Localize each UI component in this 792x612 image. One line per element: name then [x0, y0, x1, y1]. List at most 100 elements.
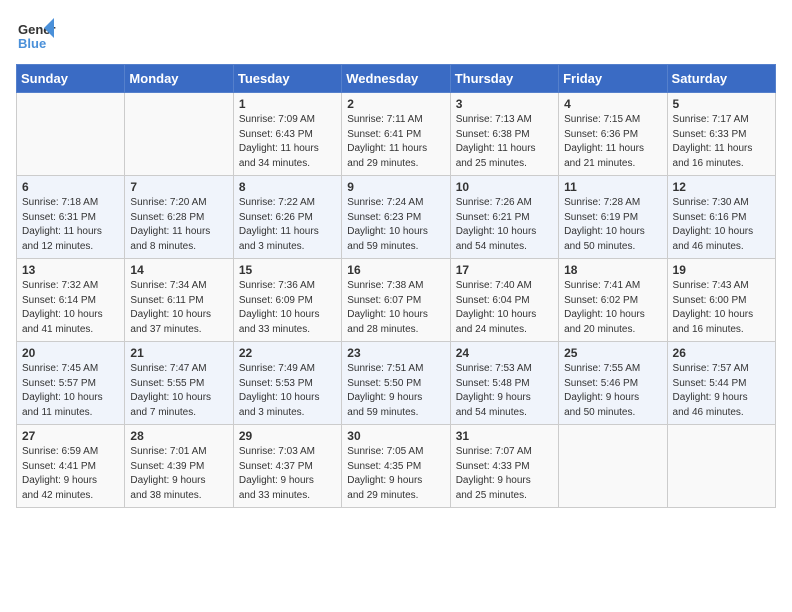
calendar-cell: 6 Sunrise: 7:18 AM Sunset: 6:31 PM Daylig… [17, 176, 125, 259]
calendar-cell: 18 Sunrise: 7:41 AM Sunset: 6:02 PM Dayli… [559, 259, 667, 342]
day-number: 28 [130, 429, 227, 443]
calendar-week-row: 13 Sunrise: 7:32 AM Sunset: 6:14 PM Dayli… [17, 259, 776, 342]
calendar-cell: 17 Sunrise: 7:40 AM Sunset: 6:04 PM Dayli… [450, 259, 558, 342]
day-number: 23 [347, 346, 444, 360]
day-header-saturday: Saturday [667, 65, 775, 93]
calendar-cell: 29Sunrise: 7:03 AM Sunset: 4:37 PM Dayli… [233, 425, 341, 508]
cell-content: Sunrise: 6:59 AM Sunset: 4:41 PM Dayligh… [22, 445, 119, 503]
calendar-cell: 10Sunrise: 7:26 AM Sunset: 6:21 PM Dayli… [450, 176, 558, 259]
day-number: 18 [564, 263, 661, 277]
day-header-friday: Friday [559, 65, 667, 93]
calendar-cell: 1 Sunrise: 7:09 AM Sunset: 6:43 PM Daylig… [233, 93, 341, 176]
calendar-cell: 7 Sunrise: 7:20 AM Sunset: 6:28 PM Daylig… [125, 176, 233, 259]
calendar-cell: 20 Sunrise: 7:45 AM Sunset: 5:57 PM Dayli… [17, 342, 125, 425]
cell-content: Sunrise: 7:45 AM Sunset: 5:57 PM Dayligh… [22, 362, 119, 420]
calendar-cell: 31 Sunrise: 7:07 AM Sunset: 4:33 PM Dayli… [450, 425, 558, 508]
day-number: 15 [239, 263, 336, 277]
calendar-cell: 2 Sunrise: 7:11 AM Sunset: 6:41 PM Daylig… [342, 93, 450, 176]
day-number: 6 [22, 180, 119, 194]
calendar-cell [667, 425, 775, 508]
day-number: 30 [347, 429, 444, 443]
calendar-week-row: 6 Sunrise: 7:18 AM Sunset: 6:31 PM Daylig… [17, 176, 776, 259]
day-header-thursday: Thursday [450, 65, 558, 93]
cell-content: Sunrise: 7:34 AM Sunset: 6:11 PM Dayligh… [130, 279, 227, 337]
day-number: 9 [347, 180, 444, 194]
cell-content: Sunrise: 7:53 AM Sunset: 5:48 PM Dayligh… [456, 362, 553, 420]
cell-content: Sunrise: 7:17 AM Sunset: 6:33 PM Dayligh… [673, 113, 770, 171]
cell-content: Sunrise: 7:01 AM Sunset: 4:39 PM Dayligh… [130, 445, 227, 503]
calendar-cell: 25 Sunrise: 7:55 AM Sunset: 5:46 PM Dayli… [559, 342, 667, 425]
cell-content: Sunrise: 7:22 AM Sunset: 6:26 PM Dayligh… [239, 196, 336, 254]
cell-content: Sunrise: 7:43 AM Sunset: 6:00 PM Dayligh… [673, 279, 770, 337]
calendar-cell: 5 Sunrise: 7:17 AM Sunset: 6:33 PM Daylig… [667, 93, 775, 176]
day-number: 5 [673, 97, 770, 111]
cell-content: Sunrise: 7:51 AM Sunset: 5:50 PM Dayligh… [347, 362, 444, 420]
day-header-wednesday: Wednesday [342, 65, 450, 93]
day-number: 22 [239, 346, 336, 360]
calendar-cell: 23 Sunrise: 7:51 AM Sunset: 5:50 PM Dayli… [342, 342, 450, 425]
calendar-cell: 22 Sunrise: 7:49 AM Sunset: 5:53 PM Dayli… [233, 342, 341, 425]
day-number: 24 [456, 346, 553, 360]
day-number: 27 [22, 429, 119, 443]
calendar-cell: 14Sunrise: 7:34 AM Sunset: 6:11 PM Dayli… [125, 259, 233, 342]
day-number: 13 [22, 263, 119, 277]
cell-content: Sunrise: 7:09 AM Sunset: 6:43 PM Dayligh… [239, 113, 336, 171]
day-number: 1 [239, 97, 336, 111]
calendar-week-row: 1 Sunrise: 7:09 AM Sunset: 6:43 PM Daylig… [17, 93, 776, 176]
cell-content: Sunrise: 7:57 AM Sunset: 5:44 PM Dayligh… [673, 362, 770, 420]
calendar-cell: 26 Sunrise: 7:57 AM Sunset: 5:44 PM Dayli… [667, 342, 775, 425]
day-number: 26 [673, 346, 770, 360]
cell-content: Sunrise: 7:38 AM Sunset: 6:07 PM Dayligh… [347, 279, 444, 337]
cell-content: Sunrise: 7:40 AM Sunset: 6:04 PM Dayligh… [456, 279, 553, 337]
calendar-header-row: SundayMondayTuesdayWednesdayThursdayFrid… [17, 65, 776, 93]
day-number: 2 [347, 97, 444, 111]
day-number: 3 [456, 97, 553, 111]
calendar-body: 1 Sunrise: 7:09 AM Sunset: 6:43 PM Daylig… [17, 93, 776, 508]
calendar-cell: 16 Sunrise: 7:38 AM Sunset: 6:07 PM Dayli… [342, 259, 450, 342]
cell-content: Sunrise: 7:47 AM Sunset: 5:55 PM Dayligh… [130, 362, 227, 420]
calendar-cell: 28 Sunrise: 7:01 AM Sunset: 4:39 PM Dayli… [125, 425, 233, 508]
calendar-cell [17, 93, 125, 176]
page-header: General Blue [16, 16, 776, 56]
day-number: 4 [564, 97, 661, 111]
day-number: 12 [673, 180, 770, 194]
cell-content: Sunrise: 7:28 AM Sunset: 6:19 PM Dayligh… [564, 196, 661, 254]
day-number: 17 [456, 263, 553, 277]
calendar-cell [559, 425, 667, 508]
calendar-cell: 12 Sunrise: 7:30 AM Sunset: 6:16 PM Dayli… [667, 176, 775, 259]
calendar-cell: 11Sunrise: 7:28 AM Sunset: 6:19 PM Dayli… [559, 176, 667, 259]
day-header-tuesday: Tuesday [233, 65, 341, 93]
cell-content: Sunrise: 7:20 AM Sunset: 6:28 PM Dayligh… [130, 196, 227, 254]
cell-content: Sunrise: 7:55 AM Sunset: 5:46 PM Dayligh… [564, 362, 661, 420]
calendar-week-row: 20 Sunrise: 7:45 AM Sunset: 5:57 PM Dayli… [17, 342, 776, 425]
cell-content: Sunrise: 7:41 AM Sunset: 6:02 PM Dayligh… [564, 279, 661, 337]
calendar-table: SundayMondayTuesdayWednesdayThursdayFrid… [16, 64, 776, 508]
day-number: 10 [456, 180, 553, 194]
calendar-cell: 27 Sunrise: 6:59 AM Sunset: 4:41 PM Dayli… [17, 425, 125, 508]
day-number: 31 [456, 429, 553, 443]
logo-icon: General Blue [16, 16, 56, 56]
calendar-cell: 4 Sunrise: 7:15 AM Sunset: 6:36 PM Daylig… [559, 93, 667, 176]
cell-content: Sunrise: 7:24 AM Sunset: 6:23 PM Dayligh… [347, 196, 444, 254]
cell-content: Sunrise: 7:13 AM Sunset: 6:38 PM Dayligh… [456, 113, 553, 171]
day-number: 19 [673, 263, 770, 277]
day-number: 21 [130, 346, 227, 360]
day-number: 29 [239, 429, 336, 443]
calendar-week-row: 27 Sunrise: 6:59 AM Sunset: 4:41 PM Dayli… [17, 425, 776, 508]
calendar-cell: 30Sunrise: 7:05 AM Sunset: 4:35 PM Dayli… [342, 425, 450, 508]
cell-content: Sunrise: 7:11 AM Sunset: 6:41 PM Dayligh… [347, 113, 444, 171]
day-number: 8 [239, 180, 336, 194]
cell-content: Sunrise: 7:07 AM Sunset: 4:33 PM Dayligh… [456, 445, 553, 503]
day-header-sunday: Sunday [17, 65, 125, 93]
cell-content: Sunrise: 7:30 AM Sunset: 6:16 PM Dayligh… [673, 196, 770, 254]
day-number: 25 [564, 346, 661, 360]
cell-content: Sunrise: 7:49 AM Sunset: 5:53 PM Dayligh… [239, 362, 336, 420]
cell-content: Sunrise: 7:18 AM Sunset: 6:31 PM Dayligh… [22, 196, 119, 254]
day-number: 7 [130, 180, 227, 194]
logo: General Blue [16, 16, 56, 56]
day-number: 16 [347, 263, 444, 277]
cell-content: Sunrise: 7:15 AM Sunset: 6:36 PM Dayligh… [564, 113, 661, 171]
cell-content: Sunrise: 7:32 AM Sunset: 6:14 PM Dayligh… [22, 279, 119, 337]
day-number: 20 [22, 346, 119, 360]
svg-text:Blue: Blue [18, 36, 46, 51]
